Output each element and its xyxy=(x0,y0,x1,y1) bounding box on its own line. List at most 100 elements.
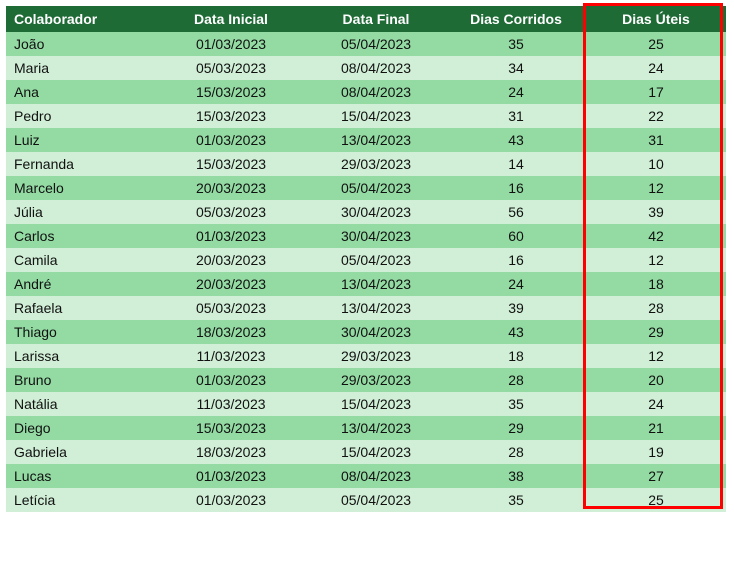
cell-dias-corridos: 43 xyxy=(446,320,586,344)
cell-data-final: 15/04/2023 xyxy=(306,440,446,464)
cell-data-final: 05/04/2023 xyxy=(306,488,446,512)
cell-colaborador: Carlos xyxy=(6,224,156,248)
cell-data-final: 05/04/2023 xyxy=(306,32,446,56)
cell-data-inicial: 20/03/2023 xyxy=(156,272,306,296)
cell-dias-uteis: 22 xyxy=(586,104,726,128)
cell-data-inicial: 15/03/2023 xyxy=(156,104,306,128)
cell-dias-corridos: 14 xyxy=(446,152,586,176)
cell-data-inicial: 11/03/2023 xyxy=(156,392,306,416)
table-row: Lucas01/03/202308/04/20233827 xyxy=(6,464,726,488)
cell-data-inicial: 15/03/2023 xyxy=(156,152,306,176)
cell-data-final: 13/04/2023 xyxy=(306,272,446,296)
cell-data-inicial: 05/03/2023 xyxy=(156,296,306,320)
cell-data-inicial: 01/03/2023 xyxy=(156,368,306,392)
header-dias-uteis: Dias Úteis xyxy=(586,6,726,32)
header-data-inicial: Data Inicial xyxy=(156,6,306,32)
cell-data-inicial: 18/03/2023 xyxy=(156,440,306,464)
table-row: Ana15/03/202308/04/20232417 xyxy=(6,80,726,104)
header-dias-corridos: Dias Corridos xyxy=(446,6,586,32)
cell-dias-corridos: 35 xyxy=(446,32,586,56)
cell-colaborador: Natália xyxy=(6,392,156,416)
cell-colaborador: Bruno xyxy=(6,368,156,392)
cell-data-inicial: 01/03/2023 xyxy=(156,128,306,152)
cell-data-inicial: 18/03/2023 xyxy=(156,320,306,344)
cell-dias-corridos: 16 xyxy=(446,176,586,200)
header-colaborador: Colaborador xyxy=(6,6,156,32)
cell-dias-corridos: 28 xyxy=(446,368,586,392)
cell-colaborador: Diego xyxy=(6,416,156,440)
table-row: João01/03/202305/04/20233525 xyxy=(6,32,726,56)
cell-data-inicial: 05/03/2023 xyxy=(156,200,306,224)
table-row: Diego15/03/202313/04/20232921 xyxy=(6,416,726,440)
table-row: Júlia05/03/202330/04/20235639 xyxy=(6,200,726,224)
cell-dias-uteis: 25 xyxy=(586,488,726,512)
cell-data-final: 15/04/2023 xyxy=(306,104,446,128)
cell-dias-uteis: 10 xyxy=(586,152,726,176)
table-row: Pedro15/03/202315/04/20233122 xyxy=(6,104,726,128)
table-row: Gabriela18/03/202315/04/20232819 xyxy=(6,440,726,464)
cell-dias-uteis: 31 xyxy=(586,128,726,152)
table-row: André20/03/202313/04/20232418 xyxy=(6,272,726,296)
cell-dias-corridos: 38 xyxy=(446,464,586,488)
cell-dias-uteis: 27 xyxy=(586,464,726,488)
cell-data-inicial: 20/03/2023 xyxy=(156,176,306,200)
table-row: Rafaela05/03/202313/04/20233928 xyxy=(6,296,726,320)
cell-dias-corridos: 28 xyxy=(446,440,586,464)
cell-dias-uteis: 20 xyxy=(586,368,726,392)
table-header-row: Colaborador Data Inicial Data Final Dias… xyxy=(6,6,726,32)
cell-colaborador: Lucas xyxy=(6,464,156,488)
cell-colaborador: Larissa xyxy=(6,344,156,368)
cell-data-inicial: 01/03/2023 xyxy=(156,224,306,248)
cell-data-final: 29/03/2023 xyxy=(306,344,446,368)
cell-colaborador: Gabriela xyxy=(6,440,156,464)
cell-data-inicial: 05/03/2023 xyxy=(156,56,306,80)
cell-dias-uteis: 12 xyxy=(586,344,726,368)
cell-data-final: 13/04/2023 xyxy=(306,296,446,320)
cell-data-inicial: 01/03/2023 xyxy=(156,464,306,488)
cell-dias-uteis: 24 xyxy=(586,56,726,80)
cell-dias-corridos: 16 xyxy=(446,248,586,272)
table-row: Camila20/03/202305/04/20231612 xyxy=(6,248,726,272)
cell-dias-uteis: 17 xyxy=(586,80,726,104)
cell-data-final: 30/04/2023 xyxy=(306,224,446,248)
cell-colaborador: Maria xyxy=(6,56,156,80)
cell-data-final: 05/04/2023 xyxy=(306,248,446,272)
cell-dias-corridos: 39 xyxy=(446,296,586,320)
cell-dias-uteis: 12 xyxy=(586,176,726,200)
cell-data-final: 30/04/2023 xyxy=(306,320,446,344)
cell-dias-corridos: 56 xyxy=(446,200,586,224)
cell-colaborador: Letícia xyxy=(6,488,156,512)
table-row: Carlos01/03/202330/04/20236042 xyxy=(6,224,726,248)
cell-colaborador: André xyxy=(6,272,156,296)
table-row: Letícia01/03/202305/04/20233525 xyxy=(6,488,726,512)
cell-data-final: 08/04/2023 xyxy=(306,464,446,488)
cell-data-inicial: 01/03/2023 xyxy=(156,488,306,512)
cell-dias-corridos: 18 xyxy=(446,344,586,368)
cell-colaborador: Marcelo xyxy=(6,176,156,200)
cell-colaborador: Luiz xyxy=(6,128,156,152)
cell-data-final: 13/04/2023 xyxy=(306,128,446,152)
cell-colaborador: João xyxy=(6,32,156,56)
cell-colaborador: Camila xyxy=(6,248,156,272)
cell-data-final: 29/03/2023 xyxy=(306,152,446,176)
cell-data-inicial: 15/03/2023 xyxy=(156,416,306,440)
cell-dias-corridos: 60 xyxy=(446,224,586,248)
header-data-final: Data Final xyxy=(306,6,446,32)
cell-data-inicial: 20/03/2023 xyxy=(156,248,306,272)
cell-data-final: 05/04/2023 xyxy=(306,176,446,200)
table-row: Marcelo20/03/202305/04/20231612 xyxy=(6,176,726,200)
cell-dias-uteis: 21 xyxy=(586,416,726,440)
cell-data-inicial: 15/03/2023 xyxy=(156,80,306,104)
table-row: Fernanda15/03/202329/03/20231410 xyxy=(6,152,726,176)
cell-dias-corridos: 29 xyxy=(446,416,586,440)
cell-dias-uteis: 18 xyxy=(586,272,726,296)
cell-dias-uteis: 19 xyxy=(586,440,726,464)
cell-data-final: 29/03/2023 xyxy=(306,368,446,392)
cell-dias-uteis: 39 xyxy=(586,200,726,224)
cell-dias-corridos: 35 xyxy=(446,392,586,416)
cell-dias-uteis: 24 xyxy=(586,392,726,416)
cell-colaborador: Thiago xyxy=(6,320,156,344)
cell-data-inicial: 11/03/2023 xyxy=(156,344,306,368)
cell-dias-corridos: 43 xyxy=(446,128,586,152)
cell-dias-corridos: 24 xyxy=(446,272,586,296)
